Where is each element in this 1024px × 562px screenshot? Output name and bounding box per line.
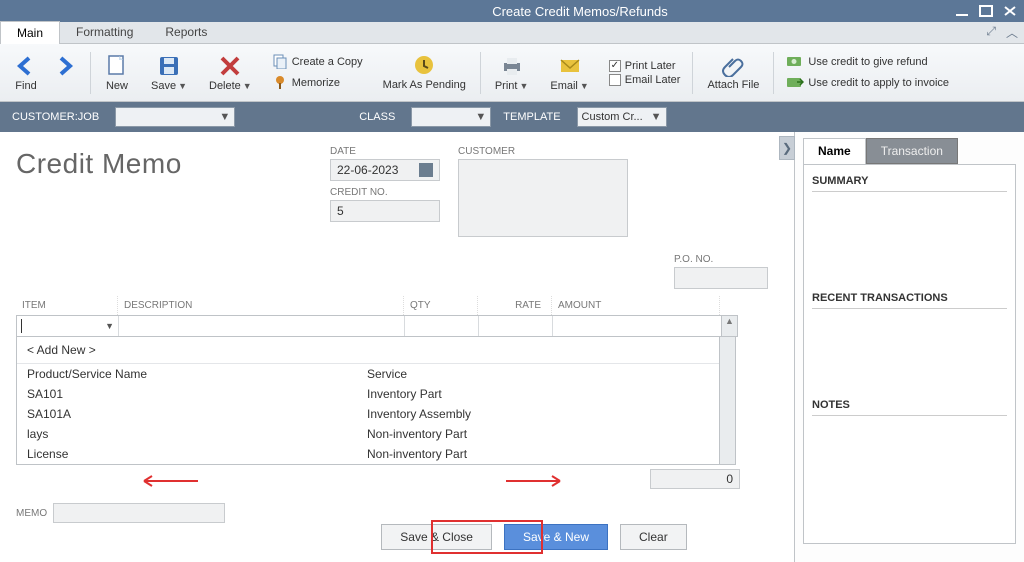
item-cell[interactable]: ▼ <box>17 316 119 336</box>
date-input[interactable]: 22-06-2023 <box>330 159 440 181</box>
amount-cell[interactable] <box>553 316 721 336</box>
close-icon[interactable] <box>1002 4 1018 18</box>
subheader: CUSTOMER:JOB ▼ CLASS ▼ TEMPLATE Custom C… <box>0 102 1024 132</box>
po-input[interactable] <box>674 267 768 289</box>
rate-cell[interactable] <box>479 316 553 336</box>
email-button[interactable]: Email▼ <box>542 46 596 100</box>
nav-back-button[interactable]: Find <box>6 46 46 100</box>
save-icon <box>157 54 181 78</box>
customer-job-label: CUSTOMER:JOB <box>12 111 99 123</box>
item-dropdown-row[interactable]: SA101Inventory Part <box>17 384 719 404</box>
side-recent-heading: RECENT TRANSACTIONS <box>812 292 1007 309</box>
col-amount: AMOUNT <box>552 296 720 315</box>
printer-icon <box>500 54 524 78</box>
side-summary-heading: SUMMARY <box>812 175 1007 192</box>
col-item: ITEM <box>16 296 118 315</box>
email-icon <box>558 54 582 78</box>
save-new-button[interactable]: Save & New <box>504 524 608 550</box>
pin-icon <box>272 74 288 93</box>
col-description: DESCRIPTION <box>118 296 404 315</box>
item-dropdown-row[interactable]: Product/Service NameService <box>17 364 719 384</box>
ribbon-tabs: Main Formatting Reports ⤢ ︿ <box>0 22 1024 44</box>
arrow-right-icon <box>52 54 76 78</box>
memorize-button[interactable]: Memorize <box>272 74 363 93</box>
side-tab-transaction[interactable]: Transaction <box>866 138 958 164</box>
memo-label: MEMO <box>16 508 47 519</box>
chevron-down-icon[interactable]: ▼ <box>105 321 114 331</box>
maximize-icon[interactable] <box>978 4 994 18</box>
pending-icon <box>412 53 436 77</box>
print-later-checkbox[interactable]: Print Later <box>609 60 681 72</box>
copy-memorize-group: Create a Copy Memorize <box>266 53 369 93</box>
attach-file-button[interactable]: Attach File <box>699 46 767 100</box>
refund-icon <box>786 53 804 72</box>
delete-button[interactable]: Delete▼ <box>201 46 260 100</box>
qty-cell[interactable] <box>405 316 479 336</box>
new-button[interactable]: New <box>97 46 137 100</box>
credit-no-label: CREDIT NO. <box>330 187 440 198</box>
col-rate: RATE <box>478 296 552 315</box>
paperclip-icon <box>721 53 745 77</box>
side-tab-name[interactable]: Name <box>803 138 866 164</box>
total-amount: 0 <box>650 469 740 489</box>
window-title: Create Credit Memos/Refunds <box>206 4 954 19</box>
item-dropdown-row[interactable]: LicenseNon-inventory Part <box>17 444 719 464</box>
tab-main[interactable]: Main <box>0 21 60 44</box>
item-dropdown: < Add New > Product/Service NameServiceS… <box>16 337 720 465</box>
credit-invoice-button[interactable]: Use credit to apply to invoice <box>786 74 949 93</box>
template-select[interactable]: Custom Cr...▼ <box>577 107 667 127</box>
collapse-ribbon-icon[interactable]: ︿ <box>1006 24 1018 41</box>
credit-refund-button[interactable]: Use credit to give refund <box>786 53 949 72</box>
minimize-icon[interactable] <box>954 4 970 18</box>
toolbar: Find New Save▼ Delete▼ Create a Copy Mem… <box>0 44 1024 102</box>
calendar-icon[interactable] <box>419 163 433 177</box>
titlebar: Create Credit Memos/Refunds <box>0 0 1024 22</box>
credit-actions-group: Use credit to give refund Use credit to … <box>780 53 955 93</box>
copy-icon <box>272 53 288 72</box>
clear-button[interactable]: Clear <box>620 524 687 550</box>
apply-invoice-icon <box>786 74 804 93</box>
content-area: Credit Memo DATE 22-06-2023 CREDIT NO. 5… <box>0 132 794 562</box>
arrow-left-icon <box>14 54 38 78</box>
item-dropdown-row[interactable]: SA101AInventory Assembly <box>17 404 719 424</box>
tab-reports[interactable]: Reports <box>149 21 223 44</box>
mark-pending-button[interactable]: Mark As Pending <box>375 46 474 100</box>
collapse-panel-icon[interactable]: ❯ <box>779 136 795 160</box>
nav-forward-button[interactable] <box>44 46 84 100</box>
class-label: CLASS <box>359 111 395 123</box>
memo-input[interactable] <box>53 503 225 523</box>
line-items-table: ITEM DESCRIPTION QTY RATE AMOUNT ▼ ▲ <box>16 296 778 465</box>
scrollbar[interactable]: ▲ <box>722 315 738 337</box>
item-dropdown-row[interactable]: laysNon-inventory Part <box>17 424 719 444</box>
class-select[interactable]: ▼ <box>411 107 491 127</box>
side-notes-heading: NOTES <box>812 399 1007 416</box>
tab-formatting[interactable]: Formatting <box>60 21 149 44</box>
add-new-item[interactable]: < Add New > <box>17 337 719 364</box>
create-copy-button[interactable]: Create a Copy <box>272 53 363 72</box>
template-label: TEMPLATE <box>503 111 560 123</box>
table-row[interactable]: ▼ <box>16 315 722 337</box>
col-qty: QTY <box>404 296 478 315</box>
description-cell[interactable] <box>119 316 405 336</box>
later-group: Print Later Email Later <box>603 60 687 86</box>
print-button[interactable]: Print▼ <box>487 46 537 100</box>
credit-no-input[interactable]: 5 <box>330 200 440 222</box>
customer-job-select[interactable]: ▼ <box>115 107 235 127</box>
customer-display <box>458 159 628 237</box>
customer-label: CUSTOMER <box>458 146 628 157</box>
expand-icon[interactable]: ⤢ <box>986 24 996 41</box>
email-later-checkbox[interactable]: Email Later <box>609 74 681 86</box>
po-label: P.O. NO. <box>674 254 768 265</box>
side-panel: ❯ Name Transaction SUMMARY RECENT TRANSA… <box>794 132 1024 562</box>
save-close-button[interactable]: Save & Close <box>381 524 492 550</box>
save-button[interactable]: Save▼ <box>143 46 195 100</box>
delete-icon <box>218 54 242 78</box>
date-label: DATE <box>330 146 440 157</box>
new-doc-icon <box>105 54 129 78</box>
